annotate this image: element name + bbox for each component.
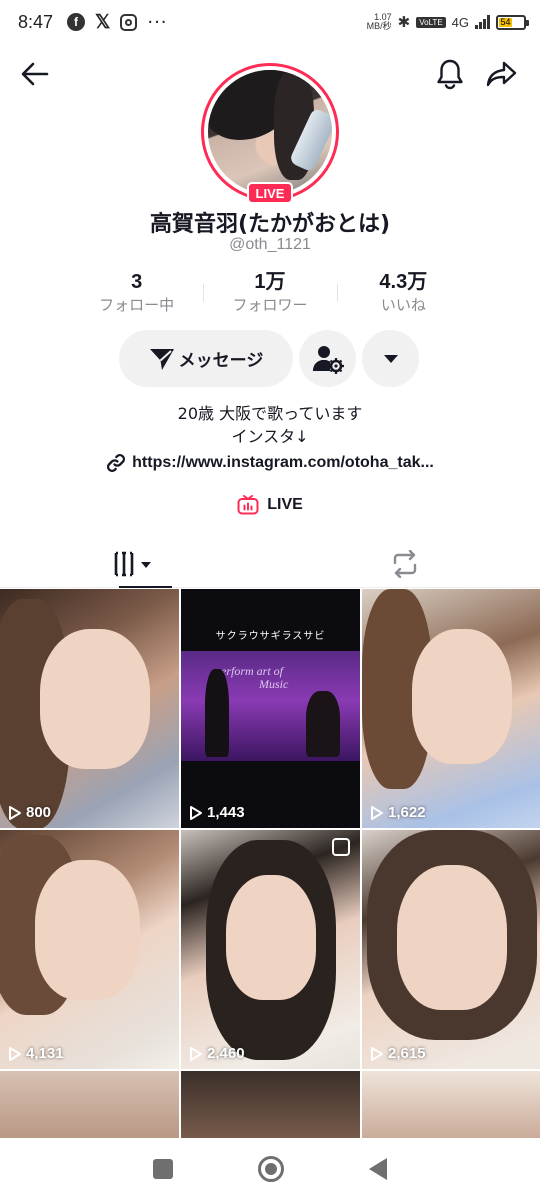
live-events-link[interactable]: LIVE bbox=[0, 495, 540, 515]
caret-down-icon bbox=[383, 354, 398, 363]
video-thumbnail[interactable]: 2,460 bbox=[181, 830, 360, 1069]
username: @oth_1121 bbox=[229, 236, 311, 253]
video-overlay-text: Music bbox=[259, 677, 289, 691]
video-thumbnail[interactable]: 800 bbox=[0, 589, 179, 828]
suggested-accounts-button[interactable] bbox=[299, 330, 356, 387]
view-count: 1,622 bbox=[370, 804, 426, 821]
play-icon bbox=[371, 1046, 383, 1061]
status-time: 8:47 bbox=[18, 11, 54, 32]
message-button[interactable]: メッセージ bbox=[119, 330, 293, 387]
tab-reposts[interactable] bbox=[270, 540, 540, 587]
avatar-image bbox=[208, 70, 332, 194]
stat-value: 4.3万 bbox=[379, 271, 428, 293]
recents-icon[interactable] bbox=[152, 1159, 173, 1179]
back-button[interactable] bbox=[15, 54, 55, 94]
stat-following[interactable]: 3 フォロー中 bbox=[70, 270, 203, 320]
notifications-button[interactable] bbox=[430, 54, 470, 94]
stat-label: いいね bbox=[380, 296, 426, 314]
instagram-icon bbox=[120, 13, 138, 31]
view-count-text: 1,622 bbox=[388, 804, 426, 821]
network-type: 4G bbox=[451, 14, 469, 30]
message-button-label: メッセージ bbox=[178, 351, 264, 371]
send-icon bbox=[149, 348, 174, 370]
stat-likes[interactable]: 4.3万 いいね bbox=[336, 270, 470, 320]
network-speed: 1.07 MB/秒 bbox=[367, 13, 392, 31]
more-notifications-icon: ··· bbox=[147, 11, 168, 33]
stat-label: フォロー中 bbox=[99, 296, 175, 314]
display-name: 高賀音羽(たかがおとは) bbox=[149, 212, 391, 237]
play-icon bbox=[9, 1046, 21, 1061]
volte-badge: VoLTE bbox=[416, 16, 446, 28]
view-count: 1,443 bbox=[189, 804, 245, 821]
back-arrow-icon bbox=[21, 62, 49, 86]
stat-label: フォロワー bbox=[232, 296, 308, 314]
bio-line: インスタ↓ bbox=[231, 427, 309, 446]
stat-followers[interactable]: 1万 フォロワー bbox=[203, 270, 336, 320]
share-button[interactable] bbox=[482, 54, 522, 94]
view-count-text: 800 bbox=[26, 804, 52, 821]
network-speed-unit: MB/秒 bbox=[366, 21, 392, 31]
live-label: LIVE bbox=[267, 496, 303, 513]
battery-level: 54 bbox=[499, 17, 512, 27]
video-grid: 800 サクラウサギラスサビ erform art of Music 1,443… bbox=[0, 589, 540, 1141]
video-overlay-title: サクラウサギラスサビ bbox=[215, 631, 326, 642]
live-tv-icon bbox=[237, 495, 259, 515]
link-icon bbox=[107, 454, 126, 472]
video-thumbnail[interactable]: 2,615 bbox=[362, 830, 540, 1069]
view-count-text: 1,443 bbox=[207, 804, 245, 821]
play-icon bbox=[371, 805, 383, 820]
play-icon bbox=[190, 805, 202, 820]
bio: 20歳 大阪で歌っています インスタ↓ bbox=[0, 402, 540, 448]
view-count-text: 2,460 bbox=[207, 1045, 245, 1062]
play-icon bbox=[190, 1046, 202, 1061]
view-count-text: 2,615 bbox=[388, 1045, 426, 1062]
bell-icon bbox=[437, 59, 463, 90]
battery-icon: 54 bbox=[496, 14, 529, 30]
bio-link-text: https://www.instagram.com/otoha_tak... bbox=[132, 454, 434, 471]
video-thumbnail[interactable]: 4,131 bbox=[0, 830, 179, 1069]
share-icon bbox=[486, 61, 517, 87]
status-indicators: 1.07 MB/秒 ✱ VoLTE 4G 54 bbox=[367, 0, 529, 44]
view-count: 800 bbox=[8, 804, 51, 821]
facebook-icon: f bbox=[67, 13, 86, 31]
back-icon[interactable] bbox=[369, 1158, 388, 1180]
video-thumbnail[interactable]: サクラウサギラスサビ erform art of Music 1,443 bbox=[181, 589, 360, 828]
user-settings-icon bbox=[312, 345, 344, 374]
video-thumbnail[interactable] bbox=[181, 1071, 360, 1141]
signal-icon bbox=[475, 15, 490, 29]
play-icon bbox=[9, 805, 21, 820]
bluetooth-icon: ✱ bbox=[397, 14, 411, 31]
tab-videos[interactable] bbox=[0, 540, 270, 588]
more-options-button[interactable] bbox=[362, 330, 419, 387]
repost-icon bbox=[393, 549, 417, 578]
video-thumbnail[interactable] bbox=[362, 1071, 540, 1141]
profile-stats: 3 フォロー中 1万 フォロワー 4.3万 いいね bbox=[70, 270, 470, 320]
video-thumbnail[interactable] bbox=[0, 1071, 179, 1141]
video-stage-image: erform art of Music bbox=[181, 651, 360, 761]
stat-value: 3 bbox=[131, 271, 143, 293]
bio-line: 20歳 大阪で歌っています bbox=[177, 404, 363, 423]
live-badge[interactable]: LIVE bbox=[247, 182, 293, 204]
profile-avatar[interactable] bbox=[201, 63, 339, 201]
view-count: 2,615 bbox=[370, 1045, 426, 1062]
view-count-text: 4,131 bbox=[26, 1045, 64, 1062]
profile-tabs bbox=[0, 540, 540, 588]
system-nav-bar bbox=[0, 1138, 540, 1200]
multi-photo-icon bbox=[332, 838, 350, 856]
stat-value: 1万 bbox=[254, 271, 286, 293]
home-icon[interactable] bbox=[257, 1156, 284, 1182]
x-twitter-icon: 𝕏 bbox=[95, 11, 111, 33]
view-count: 2,460 bbox=[189, 1045, 245, 1062]
bio-link[interactable]: https://www.instagram.com/otoha_tak... bbox=[0, 453, 540, 473]
video-thumbnail[interactable]: 1,622 bbox=[362, 589, 540, 828]
view-count: 4,131 bbox=[8, 1045, 64, 1062]
videos-grid-icon bbox=[114, 551, 151, 576]
